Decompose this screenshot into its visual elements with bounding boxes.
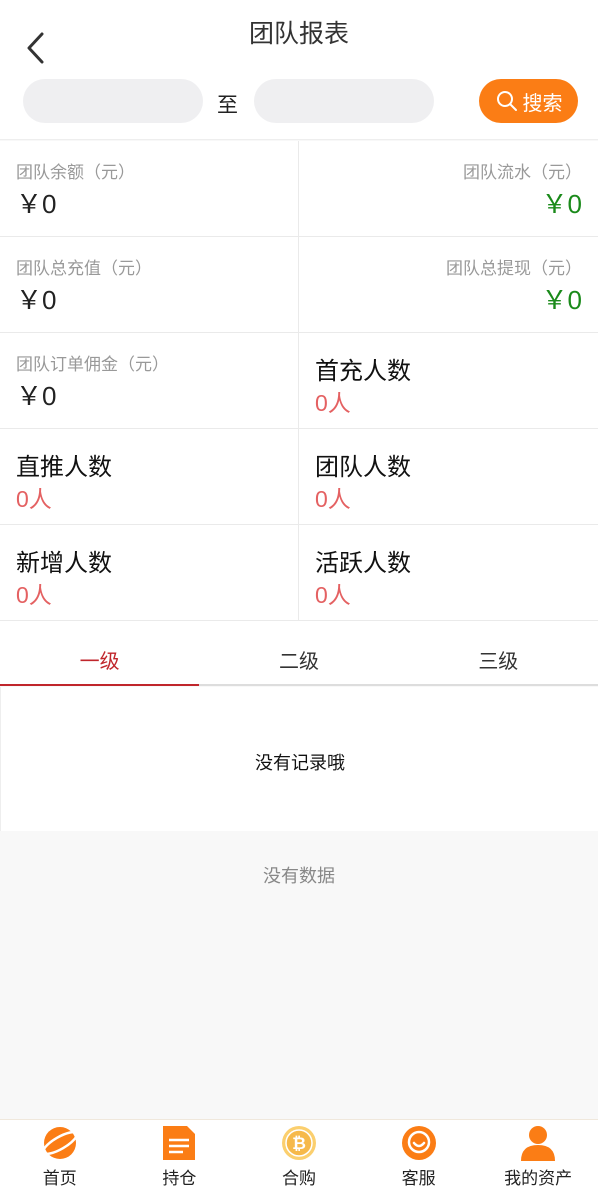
- document-icon: [163, 1126, 196, 1160]
- direct-label: 直推人数: [16, 454, 112, 481]
- tabbar-assets-label: 我的资产: [504, 1169, 573, 1188]
- new-count-value: 0人: [16, 582, 52, 608]
- new-count-card: 新增人数 0人: [0, 525, 299, 620]
- team-recharge-value: ￥0: [16, 285, 57, 315]
- team-balance-card: 团队余额（元） ￥0: [0, 141, 299, 236]
- planet-icon: [41, 1127, 78, 1159]
- tab-level-1[interactable]: 一级: [0, 621, 200, 686]
- search-icon: [496, 91, 517, 111]
- user-icon: [521, 1126, 556, 1161]
- bitcoin-icon: ₿: [281, 1126, 316, 1160]
- empty-record-box: 没有记录哦: [0, 687, 598, 831]
- team-balance-label: 团队余额（元）: [16, 163, 135, 182]
- team-flow-card: 团队流水（元） ￥0: [299, 141, 598, 236]
- stats-grid: 团队余额（元） ￥0 团队流水（元） ￥0 团队总充值（元） ￥0 团队总提现（…: [0, 141, 598, 621]
- team-count-card: 团队人数 0人: [299, 429, 598, 524]
- empty-record-text: 没有记录哦: [255, 753, 345, 773]
- team-commission-card: 团队订单佣金（元） ￥0: [0, 333, 299, 428]
- team-recharge-card: 团队总充值（元） ￥0: [0, 237, 299, 332]
- team-commission-label: 团队订单佣金（元）: [16, 355, 169, 374]
- team-flow-value: ￥0: [541, 189, 582, 219]
- team-count-value: 0人: [315, 486, 351, 512]
- bottom-tab-bar: 首页 持仓 ₿ 合购 客服 我的资产: [0, 1119, 598, 1191]
- tabbar-group-buy[interactable]: ₿ 合购: [239, 1120, 359, 1191]
- team-flow-label: 团队流水（元）: [463, 163, 582, 182]
- level-tabs: 一级 二级 三级: [0, 621, 598, 686]
- active-count-card: 活跃人数 0人: [299, 525, 598, 620]
- tabbar-position-label: 持仓: [162, 1169, 197, 1188]
- tabbar-home[interactable]: 首页: [0, 1120, 120, 1191]
- tab-level-3[interactable]: 三级: [399, 621, 598, 684]
- team-balance-value: ￥0: [16, 189, 57, 219]
- no-data-text: 没有数据: [263, 866, 335, 886]
- team-count-label: 团队人数: [315, 454, 411, 481]
- end-date-input[interactable]: [254, 79, 434, 123]
- search-button[interactable]: 搜索: [479, 79, 578, 123]
- start-date-input[interactable]: [23, 79, 203, 123]
- page-title: 团队报表: [248, 20, 349, 48]
- search-label: 搜索: [522, 92, 563, 115]
- direct-card: 直推人数 0人: [0, 429, 299, 524]
- first-recharge-value: 0人: [315, 390, 351, 416]
- tabbar-group-buy-label: 合购: [281, 1169, 316, 1188]
- active-count-label: 活跃人数: [315, 550, 411, 577]
- team-withdraw-card: 团队总提现（元） ￥0: [299, 237, 598, 332]
- active-count-value: 0人: [315, 582, 351, 608]
- date-separator: 至: [217, 94, 238, 117]
- chat-icon: [401, 1126, 436, 1160]
- tabbar-position[interactable]: 持仓: [120, 1120, 240, 1191]
- tabbar-home-label: 首页: [42, 1169, 77, 1188]
- tab-level-2[interactable]: 二级: [199, 621, 398, 684]
- tabbar-assets[interactable]: 我的资产: [478, 1120, 598, 1191]
- first-recharge-card: 首充人数 0人: [299, 333, 598, 428]
- first-recharge-label: 首充人数: [315, 358, 411, 385]
- top-bar: 团队报表 至 搜索: [0, 0, 598, 140]
- new-count-label: 新增人数: [16, 550, 112, 577]
- team-commission-value: ￥0: [16, 381, 57, 411]
- tabbar-service-label: 客服: [401, 1169, 436, 1188]
- team-withdraw-label: 团队总提现（元）: [446, 259, 582, 278]
- direct-value: 0人: [16, 486, 52, 512]
- team-recharge-label: 团队总充值（元）: [16, 259, 152, 278]
- svg-text:₿: ₿: [292, 1134, 306, 1154]
- tabbar-service[interactable]: 客服: [359, 1120, 479, 1191]
- team-withdraw-value: ￥0: [541, 285, 582, 315]
